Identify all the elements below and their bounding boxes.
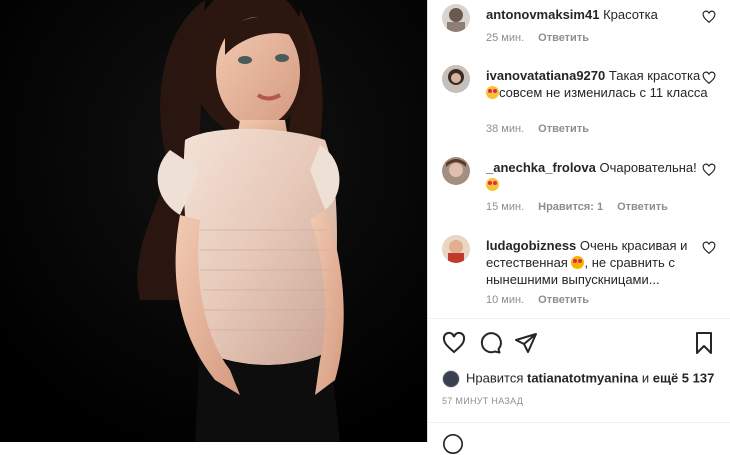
post-actions-bar (428, 318, 730, 369)
heart-icon[interactable] (702, 241, 716, 255)
liker-username[interactable]: tatianatotmyanina (527, 370, 638, 385)
avatar[interactable] (442, 235, 470, 263)
comment-icon[interactable] (478, 331, 502, 355)
bookmark-icon[interactable] (692, 331, 716, 355)
wink-emoji-icon (571, 256, 585, 269)
add-comment-bar (428, 422, 730, 454)
liker-avatar[interactable] (442, 370, 460, 388)
reply-button[interactable]: Ответить (617, 201, 668, 213)
comment-username[interactable]: antonovmaksim41 (486, 7, 599, 22)
likes-prefix: Нравится (466, 370, 524, 386)
heart-eyes-emoji-icon (486, 178, 499, 191)
reply-button[interactable]: Ответить (538, 32, 589, 44)
avatar[interactable] (442, 157, 470, 185)
portrait-image (0, 0, 427, 442)
emoji-picker-icon[interactable] (442, 433, 464, 455)
reply-button[interactable]: Ответить (538, 123, 589, 135)
reply-button[interactable]: Ответить (538, 294, 589, 306)
comment-time[interactable]: 25 мин. (486, 32, 524, 44)
comment-time[interactable]: 15 мин. (486, 201, 524, 213)
comment-text-continued: совсем не изменилась с 11 класса (499, 85, 708, 100)
avatar[interactable] (442, 4, 470, 32)
likes-line: Нравится tatianatotmyanina и ещё 5 137 (442, 370, 714, 388)
comment-time[interactable]: 38 мин. (486, 123, 524, 135)
comment-username[interactable]: ludagobizness (486, 238, 576, 253)
likes-and: и (641, 370, 650, 386)
heart-icon[interactable] (702, 163, 716, 177)
comment-text: Такая красотка (608, 68, 701, 83)
comments-panel: antonovmaksim41 Красотка 25 мин. Ответить… (427, 0, 730, 454)
comment-text: Красотка (603, 7, 658, 22)
post-photo[interactable] (0, 0, 427, 442)
comment-text: Очаровательна! (599, 160, 697, 175)
posted-time[interactable]: 57 МИНУТ НАЗАД (442, 396, 523, 406)
avatar[interactable] (442, 65, 470, 93)
heart-eyes-emoji-icon (486, 86, 499, 99)
share-icon[interactable] (514, 331, 538, 355)
comment-username[interactable]: _anechka_frolova (486, 160, 596, 175)
heart-icon[interactable] (702, 10, 716, 24)
comment-time[interactable]: 10 мин. (486, 294, 524, 306)
like-heart-icon[interactable] (442, 331, 466, 355)
heart-icon[interactable] (702, 71, 716, 85)
comment-likes-count[interactable]: Нравится: 1 (538, 201, 603, 213)
likes-more-count[interactable]: ещё 5 137 (653, 370, 715, 385)
comment-username[interactable]: ivanovatatiana9270 (486, 68, 605, 83)
